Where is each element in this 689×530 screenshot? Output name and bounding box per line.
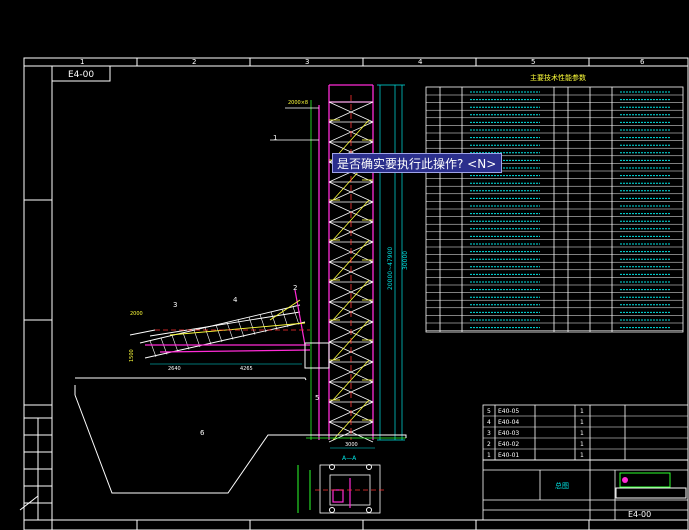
title-block-name: 总图 [555, 481, 569, 490]
parts-row-qty: 1 [580, 452, 584, 459]
drawing-number-box: E4-00 [51, 65, 111, 82]
parts-row-code: E40-01 [498, 452, 519, 459]
left-side-panel [19, 404, 53, 521]
parts-row-qty: 1 [580, 430, 584, 437]
dim-boom-4: 1500 [129, 349, 135, 362]
parts-row-qty: 1 [580, 408, 584, 415]
callout-1: 1 [273, 134, 277, 142]
dim-section-width: 3000 [345, 442, 358, 448]
section-label: A—A [342, 455, 357, 462]
dim-top-left: 2000×8 [288, 100, 308, 106]
drawing-number-top: E4-00 [68, 70, 94, 80]
col-label-3: 3 [305, 58, 309, 66]
tower-structure: 20000~47900 30000 2000×8 [270, 84, 409, 443]
title-block: 总图 E4-00 [482, 459, 689, 521]
tech-table: 主要技术性能参数 [425, 73, 684, 333]
dim-height-range: 20000~47900 [387, 247, 394, 290]
cad-drawing-canvas[interactable]: 1 2 3 4 5 6 E4-00 主要技术性能参数 20000~47900 3… [0, 0, 689, 530]
title-block-code: E4-00 [628, 510, 651, 519]
callout-2: 2 [293, 284, 297, 292]
callout-4: 4 [233, 296, 238, 304]
parts-row-no: 1 [487, 452, 491, 459]
command-prompt-text: 是否确实要执行此操作? <N> [337, 157, 497, 171]
dim-height-total: 30000 [402, 251, 409, 270]
parts-row-code: E40-05 [498, 408, 519, 415]
callout-6: 6 [200, 429, 205, 437]
dim-boom-2: 2640 [168, 366, 181, 372]
conveyor-boom: 2000 2640 4265 1500 [129, 289, 330, 372]
tech-table-title: 主要技术性能参数 [530, 73, 586, 82]
section-view: A—A 3000 [297, 442, 385, 514]
parts-row-no: 3 [487, 430, 491, 437]
pit-outline [74, 377, 407, 494]
parts-row-code: E40-02 [498, 441, 519, 448]
callout-3: 3 [173, 301, 177, 309]
parts-row-no: 5 [487, 408, 491, 415]
col-label-2: 2 [192, 58, 196, 66]
dim-boom-3: 4265 [240, 366, 253, 372]
parts-list: 5 E40-05 1 4 E40-04 1 3 E40-03 1 2 E40-02 1 1 E40-01 1 [482, 404, 689, 461]
callout-labels: 1 2 3 4 5 6 [173, 134, 319, 437]
col-label-6: 6 [640, 58, 645, 66]
command-prompt-tooltip[interactable]: 是否确实要执行此操作? <N> [332, 153, 502, 173]
col-label-5: 5 [531, 58, 535, 66]
col-label-4: 4 [418, 58, 423, 66]
col-label-1: 1 [80, 58, 84, 66]
dim-boom-1: 2000 [130, 311, 143, 317]
callout-5: 5 [315, 394, 319, 402]
parts-row-no: 2 [487, 441, 491, 448]
parts-row-code: E40-04 [498, 419, 519, 426]
parts-row-qty: 1 [580, 441, 584, 448]
parts-row-code: E40-03 [498, 430, 519, 437]
parts-row-no: 4 [487, 419, 491, 426]
parts-row-qty: 1 [580, 419, 584, 426]
